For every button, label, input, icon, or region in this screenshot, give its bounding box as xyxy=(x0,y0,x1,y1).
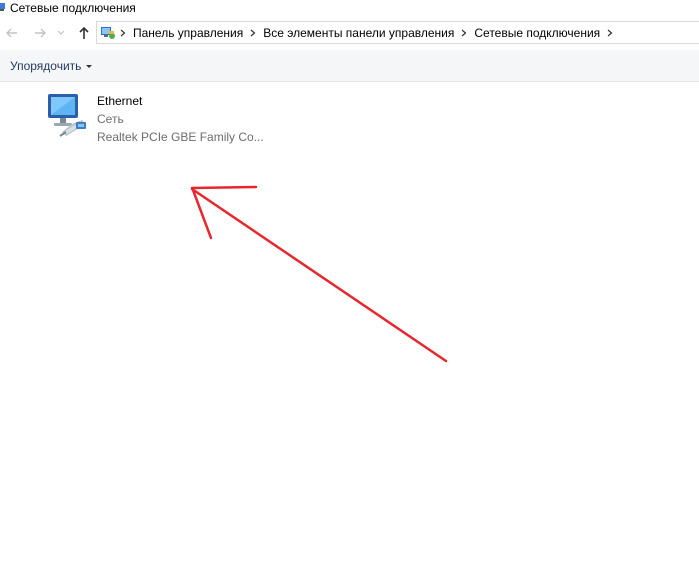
forward-arrow-icon[interactable] xyxy=(31,24,49,42)
chevron-right-icon[interactable] xyxy=(603,26,617,40)
connection-status: Сеть xyxy=(97,112,124,126)
connection-item-ethernet[interactable]: Ethernet Сеть Realtek PCIe GBE Family Co… xyxy=(40,90,264,146)
navigation-row: Панель управления Все элементы панели уп… xyxy=(0,18,699,48)
recent-locations-chevron-icon[interactable] xyxy=(55,24,67,42)
window-title: Сетевые подключения xyxy=(10,1,136,15)
breadcrumb-all-control-panel-items[interactable]: Все элементы панели управления xyxy=(260,26,457,40)
address-bar[interactable]: Панель управления Все элементы панели уп… xyxy=(96,21,699,44)
network-adapter-icon xyxy=(42,92,92,142)
connections-list: Ethernet Сеть Realtek PCIe GBE Family Co… xyxy=(0,82,699,564)
dropdown-caret-icon xyxy=(86,64,93,68)
chevron-right-icon[interactable] xyxy=(246,26,260,40)
breadcrumb-control-panel[interactable]: Панель управления xyxy=(130,26,246,40)
control-panel-icon xyxy=(100,25,116,41)
title-bar: Сетевые подключения xyxy=(0,0,699,16)
organize-button[interactable]: Упорядочить xyxy=(10,59,93,73)
connection-device: Realtek PCIe GBE Family Co... xyxy=(97,130,264,144)
chevron-right-icon[interactable] xyxy=(116,26,130,40)
connection-name: Ethernet xyxy=(97,94,143,108)
chevron-right-icon[interactable] xyxy=(457,26,471,40)
breadcrumb-network-connections[interactable]: Сетевые подключения xyxy=(471,26,603,40)
network-connections-icon xyxy=(0,1,7,15)
organize-label: Упорядочить xyxy=(10,59,82,73)
command-bar: Упорядочить xyxy=(0,50,699,82)
back-arrow-icon[interactable] xyxy=(3,24,21,42)
up-arrow-icon[interactable] xyxy=(75,24,93,42)
